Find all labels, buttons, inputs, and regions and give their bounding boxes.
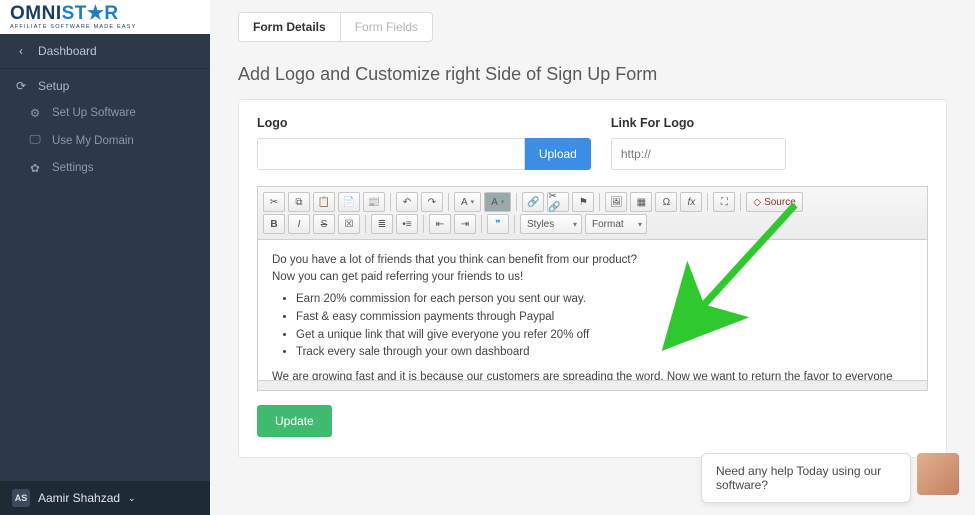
anchor-icon[interactable]: ⚑ [572,192,594,212]
logo-file-input[interactable] [257,138,525,170]
blockquote-icon[interactable]: ❞ [487,214,509,234]
editor-bullet: Track every sale through your own dashbo… [296,344,913,361]
chevron-left-icon: ‹ [14,44,28,58]
nav-group-label: Setup [38,79,69,93]
tab-form-fields[interactable]: Form Fields [341,12,433,42]
logo-link-input[interactable] [611,138,786,170]
cut-icon[interactable]: ✂ [263,192,285,212]
user-name: Aamir Shahzad [38,491,120,505]
bg-color-icon[interactable]: A▾ [484,192,511,212]
format-select[interactable]: Format [585,214,647,234]
bold-icon[interactable]: B [263,214,285,234]
main-content: Form Details Form Fields Add Logo and Cu… [210,0,975,515]
cogs-icon: ⚙ [28,106,42,120]
editor-toolbar: ✂ ⧉ 📋 📄 📰 ↶ ↷ A▾ A▾ 🔗 ✂🔗 [258,187,927,240]
editor-bullet: Get a unique link that will give everyon… [296,327,913,344]
form-panel: Logo Upload Link For Logo ✂ ⧉ 📋 [238,99,947,458]
editor-paragraph: We are growing fast and it is because ou… [272,369,913,380]
table-icon[interactable]: ▦ [630,192,652,212]
tab-bar: Form Details Form Fields [238,12,947,42]
link-icon[interactable]: 🔗 [522,192,544,212]
chat-bubble: Need any help Today using our software? [701,453,911,503]
brand-logo[interactable]: OMNIST★R AFFILIATE SOFTWARE MADE EASY [0,0,210,34]
chat-avatar [917,453,959,495]
user-menu[interactable]: AS Aamir Shahzad ⌄ [0,481,210,515]
function-icon[interactable]: fx [680,192,702,212]
unlink-icon[interactable]: ✂🔗 [547,192,569,212]
remove-format-icon[interactable]: ☒ [338,214,360,234]
editor-resize-handle[interactable] [258,380,927,390]
editor-paragraph: Do you have a lot of friends that you th… [272,252,913,269]
source-button[interactable]: ◇ Source [746,192,802,212]
nav-item-setup-software[interactable]: ⚙ Set Up Software [0,99,210,127]
italic-icon[interactable]: I [288,214,310,234]
copy-icon[interactable]: ⧉ [288,192,310,212]
styles-select[interactable]: Styles [520,214,582,234]
ordered-list-icon[interactable]: ≣ [371,214,393,234]
undo-icon[interactable]: ↶ [396,192,418,212]
strike-icon[interactable]: S [313,214,335,234]
gear-icon: ✿ [28,161,42,175]
update-button[interactable]: Update [257,405,332,437]
upload-button[interactable]: Upload [525,138,591,170]
link-label: Link For Logo [611,116,928,130]
paste-icon[interactable]: 📋 [313,192,335,212]
image-icon[interactable]: 🖼 [605,192,627,212]
editor-body[interactable]: Do you have a lot of friends that you th… [258,240,927,380]
editor-bullet: Fast & easy commission payments through … [296,309,913,326]
nav-item-label: Use My Domain [52,135,134,147]
indent-icon[interactable]: ⇥ [454,214,476,234]
unordered-list-icon[interactable]: •≡ [396,214,418,234]
paste-word-icon[interactable]: 📰 [363,192,385,212]
editor-bullet: Earn 20% commission for each person you … [296,291,913,308]
monitor-icon: 🖵 [28,134,42,147]
gauge-icon: ⟳ [14,79,28,93]
nav-dashboard[interactable]: ‹ Dashboard [0,34,210,69]
maximize-icon[interactable]: ⛶ [713,192,735,212]
outdent-icon[interactable]: ⇤ [429,214,451,234]
nav-item-settings[interactable]: ✿ Settings [0,154,210,182]
paste-text-icon[interactable]: 📄 [338,192,360,212]
sidebar: OMNIST★R AFFILIATE SOFTWARE MADE EASY ‹ … [0,0,210,515]
nav-group-setup[interactable]: ⟳ Setup [0,69,210,99]
special-char-icon[interactable]: Ω [655,192,677,212]
chevron-down-icon: ⌄ [128,493,136,504]
page-title: Add Logo and Customize right Side of Sig… [238,64,947,85]
rich-text-editor: ✂ ⧉ 📋 📄 📰 ↶ ↷ A▾ A▾ 🔗 ✂🔗 [257,186,928,391]
nav-item-use-domain[interactable]: 🖵 Use My Domain [0,127,210,154]
editor-paragraph: Now you can get paid referring your frie… [272,269,913,286]
chat-widget[interactable]: Need any help Today using our software? [701,453,959,503]
tab-form-details[interactable]: Form Details [238,12,341,42]
nav-item-label: Settings [52,162,94,174]
text-color-icon[interactable]: A▾ [454,192,481,212]
redo-icon[interactable]: ↷ [421,192,443,212]
nav-label: Dashboard [38,44,97,58]
logo-label: Logo [257,116,591,130]
user-initials: AS [12,489,30,507]
nav-item-label: Set Up Software [52,107,136,119]
